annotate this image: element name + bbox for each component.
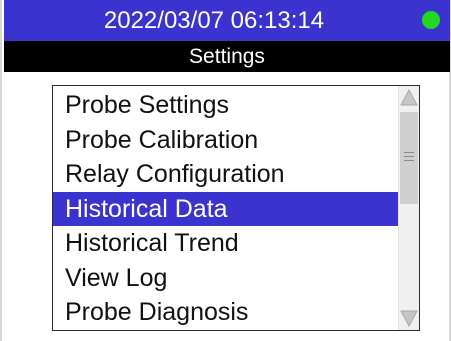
- settings-menu-list: Probe Settings Probe Calibration Relay C…: [52, 85, 420, 331]
- scroll-down-arrow-icon[interactable]: [399, 308, 419, 330]
- menu-item-view-log[interactable]: View Log: [53, 261, 399, 296]
- menu-item-probe-settings[interactable]: Probe Settings: [53, 88, 399, 123]
- menu-item-historical-data[interactable]: Historical Data: [53, 191, 399, 226]
- scrollbar-thumb[interactable]: [400, 112, 418, 204]
- title-bar: Settings: [4, 41, 450, 72]
- menu-items: Probe Settings Probe Calibration Relay C…: [53, 88, 399, 330]
- page-title: Settings: [189, 45, 265, 68]
- status-indicator-icon: [422, 11, 440, 29]
- status-bar: 2022/03/07 06:13:14: [4, 0, 450, 41]
- vertical-scrollbar[interactable]: [398, 86, 419, 330]
- scrollbar-grip-icon: [404, 152, 414, 164]
- scroll-up-arrow-icon[interactable]: [399, 86, 419, 108]
- device-screen: 2022/03/07 06:13:14 Settings Probe Setti…: [0, 0, 451, 341]
- menu-item-probe-calibration[interactable]: Probe Calibration: [53, 123, 399, 158]
- datetime-display: 2022/03/07 06:13:14: [103, 7, 325, 34]
- menu-item-relay-configuration[interactable]: Relay Configuration: [53, 157, 399, 192]
- menu-item-probe-diagnosis[interactable]: Probe Diagnosis: [53, 295, 399, 330]
- menu-item-historical-trend[interactable]: Historical Trend: [53, 226, 399, 261]
